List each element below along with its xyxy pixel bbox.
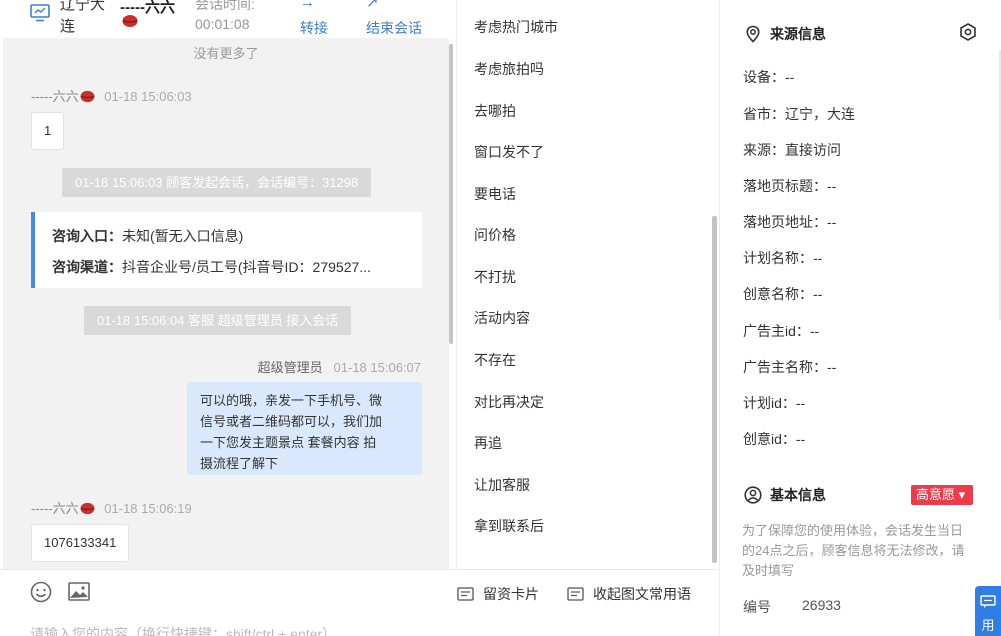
source-info-row: 来源：直接访问 [743,142,841,158]
chat-messages[interactable]: 没有更多了 -----六六 01-18 15:06:03 1 01-18 15:… [3,38,449,569]
intent-level-value: 高意愿 [916,487,956,502]
chat-icon [980,595,996,608]
info-card-button[interactable]: 留资卡片 [457,584,539,604]
phrase-item[interactable]: 活动内容 [474,308,530,328]
phrase-item[interactable]: 拿到联系后 [474,516,544,536]
entry-row: 咨询入口：未知(暂无入口信息) [52,221,412,252]
phrases-scrollbar[interactable] [712,216,717,563]
agent-message: 可以的哦，亲发一下手机号、微 信号或者二维码都可以，我们加 一下您发主题景点 套… [187,382,422,475]
system-message: 01-18 15:06:03 顾客发起会话，会话编号：31298 [62,168,372,197]
phrase-item[interactable]: 去哪拍 [474,101,516,121]
exit-icon: ↗ [366,0,379,11]
info-card-label: 留资卡片 [483,586,539,602]
channel-value: 抖音企业号/员工号(抖音号ID：279527... [122,259,371,275]
phrase-item[interactable]: 不打扰 [474,267,516,287]
message-time: 01-18 15:06:19 [104,501,192,516]
transfer-label: 转接 [300,20,328,36]
agent-message-line: 可以的哦，亲发一下手机号、微 [200,393,383,408]
agent-message-line: 一下您发主题景点 套餐内容 拍 [200,435,377,450]
message-time: 01-18 15:06:03 [104,89,192,104]
message-meta: -----六六 01-18 15:06:19 [31,498,192,517]
monitor-icon [30,4,50,22]
source-info-title: 来源信息 [744,24,826,44]
agent-message-meta: 超级管理员 01-18 15:06:07 [258,357,421,376]
collapse-phrases-button[interactable]: 收起图文常用语 [567,584,691,604]
message-meta: -----六六 01-18 15:06:03 [31,86,192,105]
phrase-item[interactable]: 窗口发不了 [474,142,544,162]
lips-icon [122,15,138,27]
source-info-row: 创意id：-- [743,431,806,447]
source-info-row: 落地页标题：-- [743,178,837,194]
sender-nickname: -----六六 [31,89,79,104]
input-area: 留资卡片 收起图文常用语 请输入您的内容（换行快捷键：shift/ctrl + … [0,569,718,636]
phrase-item[interactable]: 考虑热门城市 [474,17,558,37]
visitor-location: 辽宁大连 [60,0,106,35]
message-input[interactable]: 请输入您的内容（换行快捷键：shift/ctrl + enter） [30,624,336,636]
edit-notice: 为了保障您的使用体验，会话发生当日的24点之后，顾客信息将无法修改，请及时填写 [742,523,965,578]
session-time: 00:01:08 [195,16,250,32]
lips-icon [80,90,95,103]
collapse-icon [567,587,584,601]
app-root: 辽宁大连 -----六六 会话时间: 00:01:08 → 转接 ↗ 结束会话 … [0,0,1001,636]
phrase-item[interactable]: 对比再决定 [474,392,544,412]
no-more-hint: 没有更多了 [193,46,259,61]
channel-row: 咨询渠道：抖音企业号/员工号(抖音号ID：279527... [52,252,412,283]
card-icon [457,587,474,601]
phrase-item[interactable]: 让加客服 [474,475,530,495]
basic-info-label: 基本信息 [770,487,826,503]
source-info-row: 创意名称：-- [743,286,823,302]
arrow-right-icon: → [300,0,315,11]
intent-level-dropdown[interactable]: 高意愿 ▾ [911,485,974,505]
lips-icon [80,502,95,515]
entry-info-card: 咨询入口：未知(暂无入口信息) 咨询渠道：抖音企业号/员工号(抖音号ID：279… [31,212,422,288]
phrase-item[interactable]: 再追 [474,433,502,453]
customer-info-panel: 来源信息 设备：-- 省市：辽宁，大连 来源：直接访问 落地页标题：-- 落地页… [719,0,1001,636]
phrase-item[interactable]: 要电话 [474,184,516,204]
source-info-row: 计划id：-- [743,395,806,411]
transfer-button[interactable]: → 转接 [300,0,328,38]
phrase-item[interactable]: 问价格 [474,225,516,245]
emoji-icon[interactable] [30,581,52,603]
sender-nickname: -----六六 [31,501,79,516]
entry-label: 咨询入口： [52,228,122,244]
collapse-phrases-label: 收起图文常用语 [593,586,691,602]
entry-value: 未知(暂无入口信息) [122,228,244,244]
channel-label: 咨询渠道： [52,259,122,275]
customer-message: 1 [31,112,65,150]
hexagon-settings-icon[interactable] [958,22,978,42]
source-info-row: 广告主id：-- [743,323,820,339]
customer-message: 1076133341 [31,524,130,562]
serial-value: 26933 [802,597,841,613]
end-session-label: 结束会话 [366,20,422,36]
source-info-row: 广告主名称：-- [743,359,837,375]
agent-message-line: 摄流程了解下 [200,456,279,471]
chat-header: 辽宁大连 -----六六 会话时间: 00:01:08 → 转接 ↗ 结束会话 [0,0,456,38]
end-session-button[interactable]: ↗ 结束会话 [366,0,422,38]
chevron-down-icon: ▾ [958,487,966,502]
chat-scrollbar[interactable] [449,44,453,344]
floating-chat-button[interactable]: 用 [975,586,1001,636]
source-info-row: 落地页地址：-- [743,214,837,230]
agent-message-line: 信号或者二维码都可以，我们加 [200,414,383,429]
session-time-label: 会话时间: [195,0,255,12]
serial-label: 编号 [743,599,771,615]
agent-nickname: 超级管理员 [257,360,323,375]
phrase-item[interactable]: 不存在 [474,350,516,370]
image-icon[interactable] [68,581,90,603]
chat-panel: 辽宁大连 -----六六 会话时间: 00:01:08 → 转接 ↗ 结束会话 … [0,0,456,636]
agent-message-time: 01-18 15:06:07 [333,360,421,375]
floating-button-label: 用 [981,618,995,633]
location-pin-icon [746,25,760,43]
source-info-row: 设备：-- [743,69,795,85]
source-info-row: 省市：辽宁，大连 [743,106,855,122]
system-message: 01-18 15:06:04 客服 超级管理员 接入会话 [84,306,352,335]
source-info-row: 计划名称：-- [743,250,823,266]
source-info-label: 来源信息 [770,26,826,42]
basic-info-title: 基本信息 [744,485,826,505]
quick-phrases-panel: 考虑热门城市 考虑旅拍吗 去哪拍 窗口发不了 要电话 问价格 不打扰 活动内容 … [456,0,718,569]
phrase-item[interactable]: 考虑旅拍吗 [474,59,544,79]
user-circle-icon [744,486,762,504]
